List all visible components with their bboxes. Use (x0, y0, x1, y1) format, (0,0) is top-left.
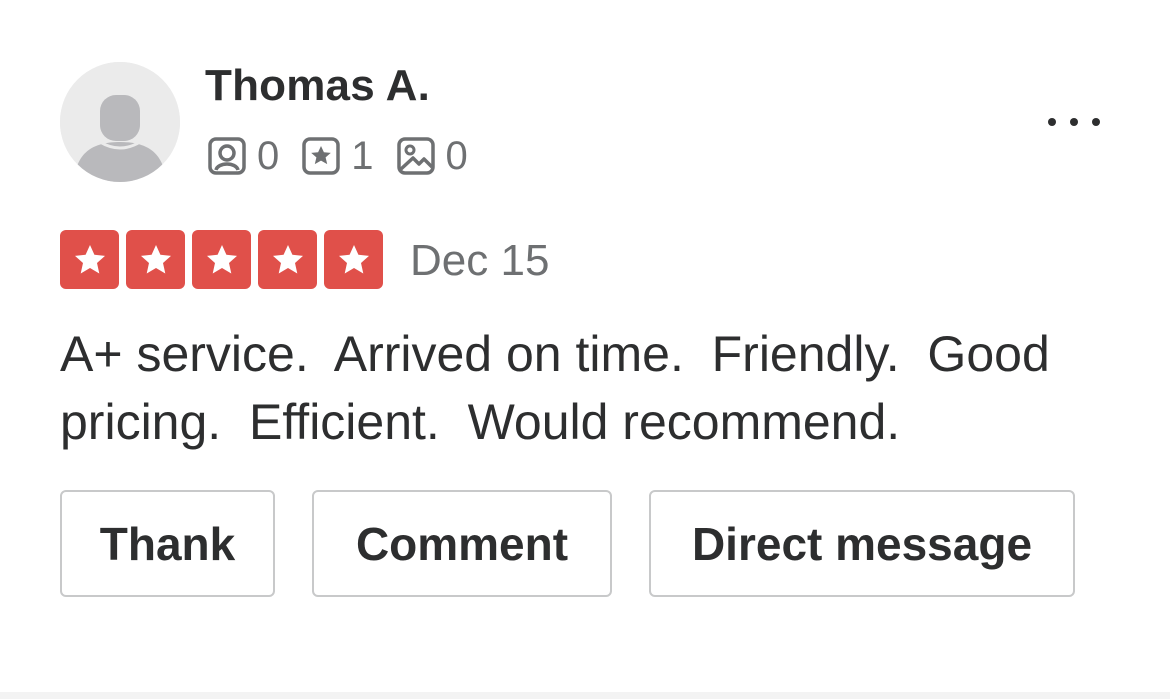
star-rating (60, 230, 390, 289)
rating-star (192, 230, 251, 289)
star-icon (206, 244, 237, 273)
rating-star (324, 230, 383, 289)
more-options-icon (1048, 118, 1100, 126)
review-card: Thomas A. 0 1 0 Dec 15 A+ service. Arriv… (0, 0, 1170, 692)
default-user-avatar-icon (60, 62, 180, 182)
reviews-stat: 1 (301, 133, 374, 179)
review-date: Dec 15 (410, 236, 550, 285)
star-icon (272, 244, 303, 273)
direct-message-button[interactable]: Direct message (649, 490, 1075, 597)
photos-icon (396, 137, 435, 175)
star-icon (74, 244, 105, 273)
comment-button[interactable]: Comment (312, 490, 612, 597)
section-divider (0, 692, 1170, 699)
reviews-star-icon (302, 137, 340, 175)
review-text: A+ service. Arrived on time. Friendly. G… (60, 326, 1064, 450)
user-avatar[interactable] (60, 62, 180, 182)
rating-star (258, 230, 317, 289)
more-options-button[interactable] (1038, 100, 1110, 144)
friends-count: 0 (257, 134, 280, 178)
reviews-count: 1 (351, 134, 374, 178)
thank-button[interactable]: Thank (60, 490, 275, 597)
star-icon (140, 244, 171, 273)
friends-icon (208, 137, 246, 175)
user-stats: 0 1 0 (207, 133, 490, 179)
friends-stat: 0 (207, 133, 279, 179)
photos-count: 0 (445, 134, 468, 178)
star-icon (338, 244, 369, 273)
user-name[interactable]: Thomas A. (205, 58, 430, 114)
photos-stat: 0 (396, 133, 468, 179)
rating-star (60, 230, 119, 289)
rating-star (126, 230, 185, 289)
